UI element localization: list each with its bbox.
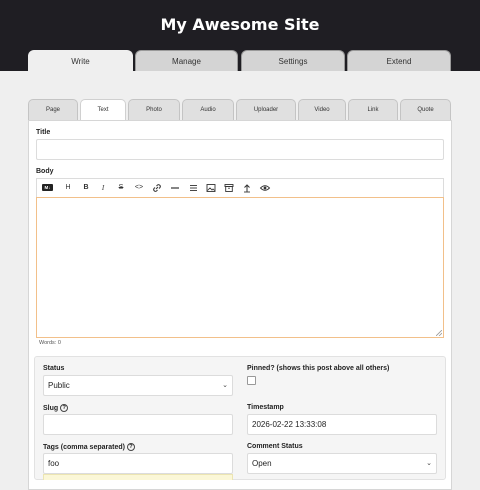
post-tab-uploader[interactable]: Uploader bbox=[236, 99, 296, 120]
preview-eye-icon[interactable] bbox=[259, 182, 271, 194]
list-icon[interactable] bbox=[187, 182, 199, 194]
site-title: My Awesome Site bbox=[160, 15, 320, 34]
tag-suggestions bbox=[43, 474, 233, 480]
post-tab-text[interactable]: Text bbox=[80, 99, 126, 120]
post-tab-audio[interactable]: Audio bbox=[182, 99, 234, 120]
tab-extend[interactable]: Extend bbox=[347, 50, 451, 71]
italic-icon[interactable]: I bbox=[97, 182, 109, 194]
status-select[interactable]: Public ⌄ bbox=[43, 375, 233, 396]
archive-icon[interactable] bbox=[223, 182, 235, 194]
comment-status-label: Comment Status bbox=[247, 443, 303, 450]
code-icon[interactable]: <> bbox=[133, 182, 145, 194]
horizontal-rule-icon[interactable] bbox=[169, 182, 181, 194]
tags-input[interactable]: foo bbox=[43, 453, 233, 474]
link-icon[interactable] bbox=[151, 182, 163, 194]
markdown-icon[interactable]: M↓ bbox=[42, 184, 53, 191]
chevron-down-icon: ⌄ bbox=[426, 460, 432, 467]
slug-label: Slug? bbox=[43, 404, 69, 412]
tab-write[interactable]: Write bbox=[28, 50, 133, 71]
tab-manage[interactable]: Manage bbox=[135, 50, 238, 71]
word-count: Words: 0 bbox=[39, 340, 61, 346]
timestamp-label: Timestamp bbox=[247, 404, 284, 411]
bold-icon[interactable]: B bbox=[80, 182, 92, 194]
post-tab-page[interactable]: Page bbox=[28, 99, 78, 120]
pinned-checkbox[interactable] bbox=[247, 376, 256, 385]
timestamp-input[interactable]: 2026-02-22 13:33:08 bbox=[247, 414, 437, 435]
body-label: Body bbox=[36, 168, 54, 175]
status-value: Public bbox=[48, 381, 70, 390]
post-tab-link[interactable]: Link bbox=[348, 99, 398, 120]
post-tab-quote[interactable]: Quote bbox=[400, 99, 451, 120]
status-label: Status bbox=[43, 365, 65, 372]
tags-label: Tags (comma separated)? bbox=[43, 443, 135, 451]
comment-status-value: Open bbox=[252, 459, 272, 468]
resize-handle-icon[interactable] bbox=[436, 330, 442, 336]
help-icon[interactable]: ? bbox=[126, 443, 135, 451]
slug-label-text: Slug bbox=[43, 404, 59, 412]
editor-toolbar: M↓ H B I S <> bbox=[36, 178, 444, 197]
title-label: Title bbox=[36, 129, 51, 136]
help-icon[interactable]: ? bbox=[60, 404, 69, 412]
image-icon[interactable] bbox=[205, 182, 217, 194]
tags-label-text: Tags (comma separated) bbox=[43, 443, 125, 451]
chevron-down-icon: ⌄ bbox=[222, 382, 228, 389]
comment-status-select[interactable]: Open ⌄ bbox=[247, 453, 437, 474]
body-textarea[interactable] bbox=[36, 197, 444, 338]
post-tab-photo[interactable]: Photo bbox=[128, 99, 180, 120]
strikethrough-icon[interactable]: S bbox=[115, 182, 127, 194]
tab-settings[interactable]: Settings bbox=[241, 50, 345, 71]
slug-input[interactable] bbox=[43, 414, 233, 435]
pinned-label: Pinned? (shows this post above all other… bbox=[247, 365, 390, 372]
heading-icon[interactable]: H bbox=[62, 182, 74, 194]
post-tab-video[interactable]: Video bbox=[298, 99, 346, 120]
title-input[interactable] bbox=[36, 139, 444, 160]
upload-icon[interactable] bbox=[241, 182, 253, 194]
